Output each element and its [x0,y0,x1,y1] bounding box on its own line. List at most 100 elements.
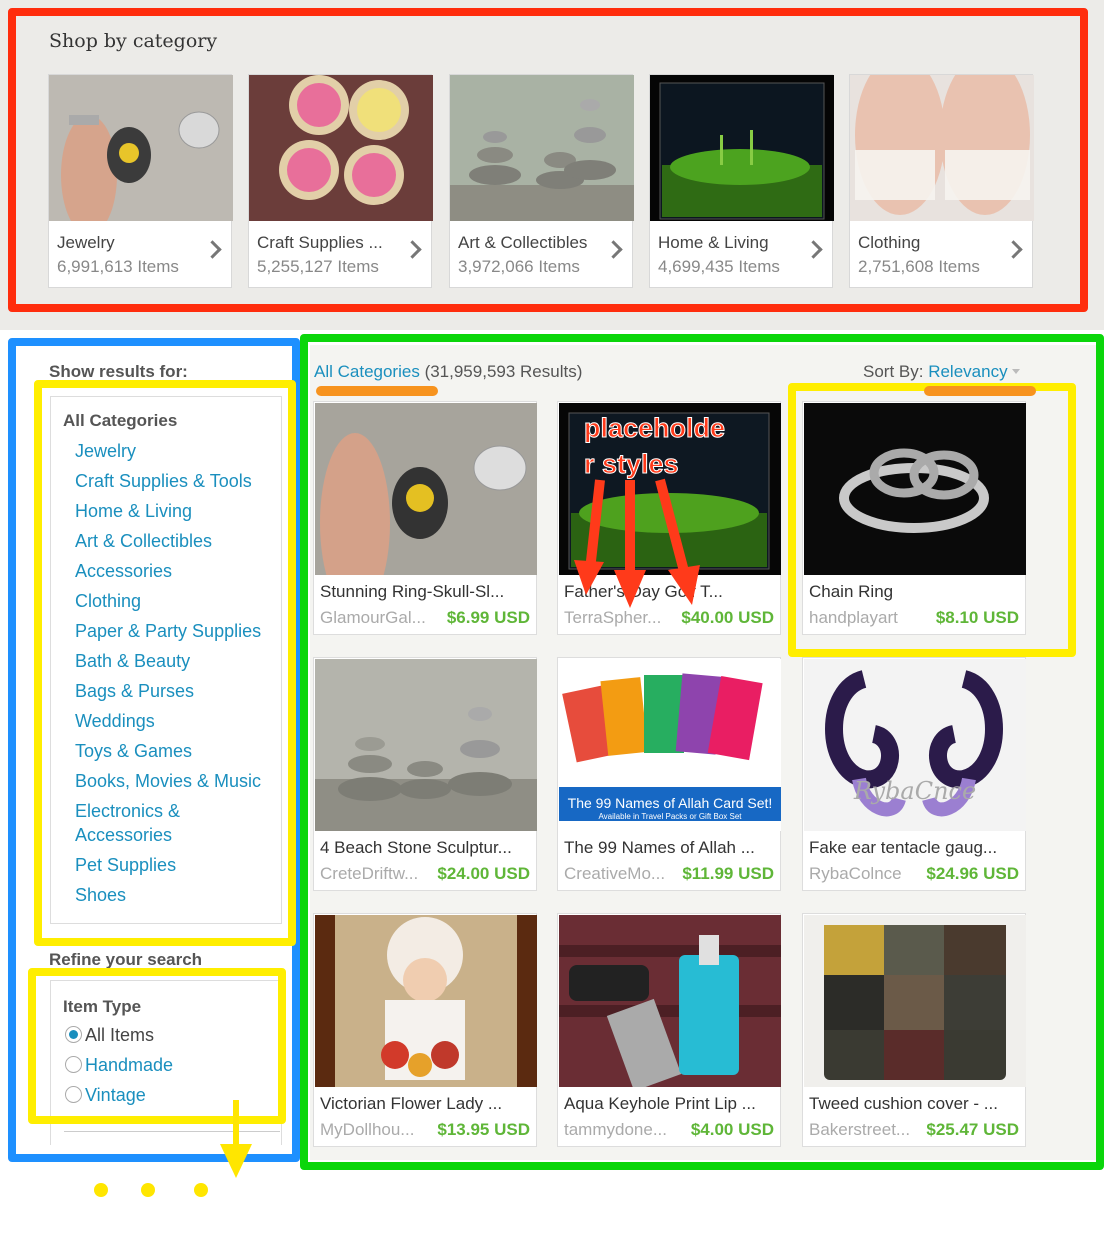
sidebar-category-shoes[interactable]: Shoes [75,883,275,907]
arrow-down-icon [220,1100,252,1178]
category-image-craft-supplies [249,75,433,221]
category-image-home-living [650,75,834,221]
category-name: Craft Supplies ... [257,233,383,252]
listing-title[interactable]: Fake ear tentacle gaug... [809,838,1019,858]
listing-card[interactable]: RybaCnce Fake ear tentacle gaug... RybaC… [802,657,1026,891]
sidebar-category-craft-supplies-tools[interactable]: Craft Supplies & Tools [75,469,275,493]
sidebar-category-paper-party[interactable]: Paper & Party Supplies [75,619,275,643]
listing-image: RybaCnce [804,659,1026,831]
listing-price: $25.47 USD [924,1120,1019,1140]
listing-shop[interactable]: RybaColnce [809,864,925,884]
listing-card[interactable]: Aqua Keyhole Print Lip ... tammydone... … [557,913,781,1147]
arrow-down-icon [574,479,605,595]
sidebar-category-bath-beauty[interactable]: Bath & Beauty [75,649,275,673]
chevron-right-icon [203,240,222,259]
listing-card[interactable]: 4 Beach Stone Sculptur... CreteDriftw...… [313,657,537,891]
listing-shop[interactable]: handplayart [809,608,925,628]
listing-card[interactable]: The 99 Names of Allah Card Set! Available… [557,657,781,891]
chevron-right-icon [403,240,422,259]
listing-shop[interactable]: GlamourGal... [320,608,436,628]
sort-control[interactable]: Sort By: Relevancy [863,362,1020,382]
category-image-jewelry [49,75,233,221]
arrow-down-icon [655,478,700,605]
sidebar-category-accessories[interactable]: Accessories [75,559,275,583]
category-card-clothing[interactable]: Clothing 2,751,608 Items [849,74,1034,288]
sidebar-category-clothing[interactable]: Clothing [75,589,275,613]
listing-card[interactable]: Victorian Flower Lady ... MyDollhou... $… [313,913,537,1147]
sidebar-category-books-movies-music[interactable]: Books, Movies & Music [75,769,275,793]
listing-title[interactable]: 4 Beach Stone Sculptur... [320,838,530,858]
listing-price: $24.00 USD [435,864,530,884]
arrow-down-icon [614,480,646,608]
chevron-right-icon [1004,240,1023,259]
listing-image [315,403,537,575]
category-filter-panel: All Categories Jewelry Craft Supplies & … [50,396,282,924]
sidebar-category-jewelry[interactable]: Jewelry [75,439,275,463]
annotation-orange-underline [316,386,438,396]
listing-image [559,915,781,1087]
item-type-vintage[interactable]: Vintage [65,1085,146,1106]
annotation-dot [194,1183,208,1197]
item-type-all-items[interactable]: All Items [65,1025,154,1046]
category-count: 4,699,435 Items [658,257,780,276]
listing-title[interactable]: Chain Ring [809,582,1019,602]
category-name: Jewelry [57,233,115,252]
item-type-handmade[interactable]: Handmade [65,1055,173,1076]
results-header: All Categories (31,959,593 Results) [314,362,582,382]
listing-image [804,915,1026,1087]
item-type-label: Handmade [85,1055,174,1075]
listing-price: $11.99 USD [680,864,774,884]
listing-shop[interactable]: CreteDriftw... [320,864,436,884]
chevron-right-icon [604,240,623,259]
category-card-art-collectibles[interactable]: Art & Collectibles 3,972,066 Items [449,74,634,288]
listing-shop[interactable]: Bakerstreet... [809,1120,925,1140]
allah-banner-text: The 99 Names of Allah Card Set! [568,795,773,811]
sidebar-category-toys-games[interactable]: Toys & Games [75,739,275,763]
listing-card[interactable]: Stunning Ring-Skull-Sl... GlamourGal... … [313,401,537,635]
caret-down-icon[interactable] [1011,369,1020,374]
category-count: 2,751,608 Items [858,257,980,276]
listing-title[interactable]: Tweed cushion cover - ... [809,1094,1019,1114]
sidebar-category-electronics[interactable]: Electronics & Accessories [75,799,195,847]
listing-card[interactable]: Tweed cushion cover - ... Bakerstreet...… [802,913,1026,1147]
listing-title[interactable]: Aqua Keyhole Print Lip ... [564,1094,774,1114]
category-count: 6,991,613 Items [57,257,179,276]
category-name: Art & Collectibles [458,233,588,252]
sidebar-category-weddings[interactable]: Weddings [75,709,275,733]
results-count: (31,959,593 Results) [424,362,583,381]
sidebar-category-home-living[interactable]: Home & Living [75,499,275,523]
annotation-dot [141,1183,155,1197]
listing-shop[interactable]: tammydone... [564,1120,680,1140]
sidebar-category-bags-purses[interactable]: Bags & Purses [75,679,275,703]
category-card-craft-supplies[interactable]: Craft Supplies ... 5,255,127 Items [248,74,433,288]
listing-image: The 99 Names of Allah Card Set! Available… [559,659,781,831]
listing-image [315,659,537,831]
show-results-label: Show results for: [49,362,188,381]
category-name: Clothing [858,233,921,252]
annotation-yellow-arrow [220,1100,252,1178]
listing-price: $13.95 USD [435,1120,530,1140]
listing-title[interactable]: Victorian Flower Lady ... [320,1094,530,1114]
sort-value[interactable]: Relevancy [928,362,1007,381]
listing-title[interactable]: Stunning Ring-Skull-Sl... [320,582,530,602]
refine-search-label: Refine your search [49,950,203,969]
category-count: 5,255,127 Items [257,257,379,276]
chevron-right-icon [804,240,823,259]
listing-title[interactable]: The 99 Names of Allah ... [564,838,774,858]
radio-icon[interactable] [65,1056,82,1073]
sort-label: Sort By: [863,362,924,381]
all-categories-heading[interactable]: All Categories [63,411,177,431]
listing-shop[interactable]: CreativeMo... [564,864,680,884]
category-card-jewelry[interactable]: Jewelry 6,991,613 Items [48,74,233,288]
listing-shop[interactable]: MyDollhou... [320,1120,436,1140]
radio-icon[interactable] [65,1086,82,1103]
item-type-heading: Item Type [63,997,142,1016]
all-categories-link[interactable]: All Categories [314,362,420,381]
sidebar-category-art-collectibles[interactable]: Art & Collectibles [75,529,275,553]
sidebar-category-pet-supplies[interactable]: Pet Supplies [75,853,275,877]
category-card-home-living[interactable]: Home & Living 4,699,435 Items [649,74,834,288]
category-name: Home & Living [658,233,769,252]
listing-card[interactable]: Chain Ring handplayart $8.10 USD [802,401,1026,635]
radio-selected-icon[interactable] [65,1026,82,1043]
category-image-art-collectibles [450,75,634,221]
